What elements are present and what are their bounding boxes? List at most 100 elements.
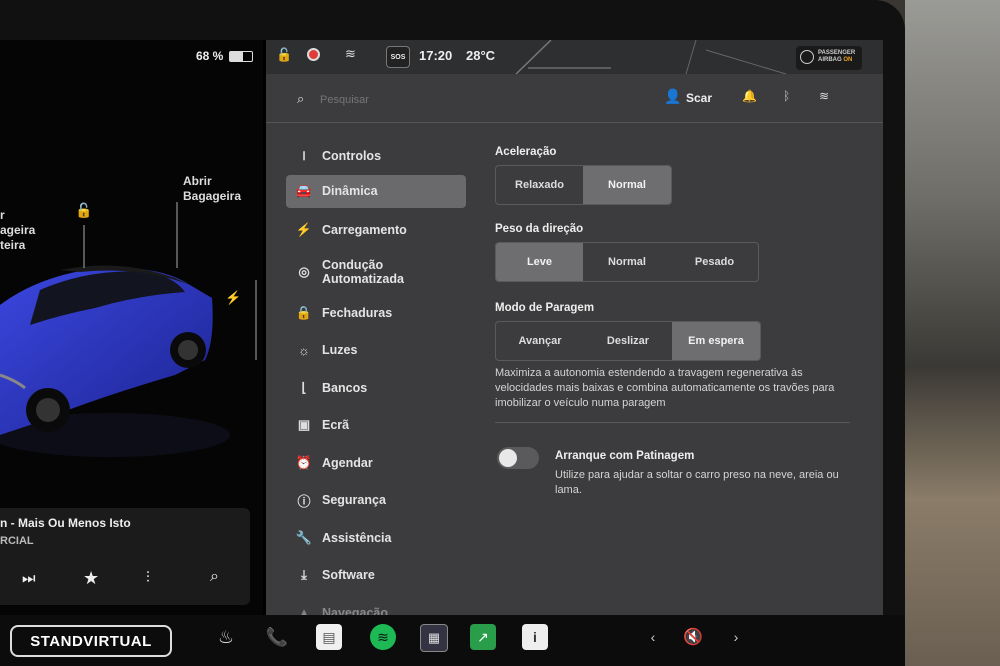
open-trunk-label-1: Abrir [183,174,212,188]
energy-graph-icon[interactable]: ↗ [470,624,496,650]
media-title: n - Mais Ou Menos Isto [0,516,131,530]
download-icon: ⤓ [301,567,307,583]
search-input[interactable] [318,90,502,110]
sidebar-item-label: Controlos [322,148,382,163]
open-frunk-button[interactable]: r ageira teira [0,208,35,253]
steering-option-leve[interactable]: Leve [496,243,583,281]
sidebar-item-fechaduras[interactable]: 🔒 Fechaduras [286,294,466,332]
wifi-icon[interactable]: ≋ [819,89,829,103]
car-visualization-panel: 🔓 ⚡ Abrir Bagageira r ageira teira n - M… [0,40,263,615]
bluetooth-icon[interactable]: ᛒ [783,89,790,103]
charge-port-icon[interactable]: ⚡ [225,290,241,306]
frunk-label-1: r [0,208,5,222]
sidebar-item-luzes[interactable]: ☼ Luzes [286,332,466,370]
search-icon: ⌕ [297,91,305,106]
manual-info-icon[interactable]: i [522,624,548,650]
sidebar-item-label: Navegação [322,605,389,615]
steering-weight-selector: Leve Normal Pesado [495,242,759,282]
volume-right-chevron-icon[interactable]: › [723,624,749,650]
toggle-icon: ⏽ [298,147,310,163]
battery-percentage: 68 % [196,49,224,63]
sidebar-item-label: Luzes [322,343,358,358]
acceleration-label: Aceleração [495,146,557,158]
sidebar-item-carregamento[interactable]: ⚡ Carregamento [286,212,466,250]
user-icon[interactable]: 👤 [664,88,681,105]
stopping-option-em-espera[interactable]: Em espera [672,322,760,360]
bolt-icon: ⚡ [295,222,313,238]
steering-option-normal[interactable]: Normal [583,243,671,281]
acceleration-selector: Relaxado Normal [495,165,672,205]
settings-menu: ⏽ Controlos 🚘 Dinâmica ⚡ Carregamento ◎ Conduçã… [286,137,466,615]
frunk-label-2: ageira [0,223,36,237]
sidebar-item-ecrã[interactable]: ▣ Ecrã [286,407,466,445]
sidebar-item-assistência[interactable]: 🔧 Assistência [286,519,466,557]
sidebar-item-label: Carregamento [322,223,407,238]
spotify-icon[interactable]: ≋ [370,624,396,650]
next-track-icon[interactable]: ⏭ [22,570,36,587]
sidebar-item-bancos[interactable]: ⌊ Bancos [286,369,466,407]
sidebar-item-label: Condução Automatizada [322,257,404,286]
wrench-icon: 🔧 [295,529,313,545]
notepad-icon[interactable]: ▤ [316,624,342,650]
screen-icon: ▣ [297,417,311,433]
car-image [0,202,257,457]
sidebar-item-controlos[interactable]: ⏽ Controlos [286,137,466,175]
sidebar-item-label: Assistência [322,530,392,545]
steering-weight-label: Peso da direção [495,223,584,235]
sidebar-item-navegação[interactable]: ▲ Navegação [286,594,466,615]
favorite-star-icon[interactable]: ★ [83,568,99,589]
open-trunk-button[interactable]: Abrir Bagageira [183,174,241,204]
volume-left-chevron-icon[interactable]: ‹ [640,624,666,650]
phone-icon[interactable]: 📞 [264,624,290,650]
sidebar-item-label: Dinâmica [322,184,378,198]
sidebar-item-segurança[interactable]: ⓘ Segurança [286,482,466,520]
sidebar-item-software[interactable]: ⤓ Software [286,557,466,595]
car-interior-background [905,0,1000,666]
acceleration-option-normal[interactable]: Normal [583,166,671,204]
stopping-option-avancar[interactable]: Avançar [496,322,584,360]
sidebar-item-dinâmica[interactable]: 🚘 Dinâmica [286,174,466,208]
car-icon: 🚘 [295,183,313,198]
lock-icon: 🔒 [295,304,313,320]
seat-icon: ⌊ [301,379,307,395]
volume-mute-icon[interactable]: 🔇 [680,624,706,650]
open-trunk-label-2: Bagageira [183,189,242,203]
sidebar-item-agendar[interactable]: ⏰ Agendar [286,444,466,482]
sidebar-item-label: Bancos [322,380,368,395]
defrost-icon[interactable]: ♨ [213,624,239,650]
sidebar-item-label: Software [322,568,375,583]
frunk-label-3: teira [0,238,26,252]
wifi-status-icon: ≋ [345,46,356,61]
sidebar-item-condução-automatizada[interactable]: ◎ Condução Automatizada [286,249,466,294]
battery-icon [229,51,253,62]
airbag-label-2: AIRBAG [818,57,842,63]
steering-option-pesado[interactable]: Pesado [671,243,758,281]
apps-launcher-icon[interactable]: ▦ [420,624,448,652]
media-subtitle: RCIAL [0,535,34,547]
touchscreen: 🔓 ⚡ Abrir Bagageira r ageira teira n - M… [0,40,883,615]
navigation-icon: ▲ [297,605,311,615]
sidebar-item-label: Segurança [322,493,386,508]
airbag-label-1: PASSENGER [818,50,856,56]
profile-name[interactable]: Scar [686,91,712,105]
toggle-knob [499,449,517,467]
equalizer-icon[interactable]: ⫶ [146,569,150,586]
outside-temperature: 28°C [466,48,496,63]
stopping-option-deslizar[interactable]: Deslizar [584,322,672,360]
media-player: n - Mais Ou Menos Isto RCIAL ⏭ ★ ⫶ ⌕ [0,508,250,605]
airbag-state: ON [843,57,853,63]
frunk-lock-icon[interactable]: 🔓 [75,202,92,219]
sos-button[interactable]: SOS [386,46,410,68]
lock-status-icon[interactable]: 🔓 [276,47,292,63]
sidebar-item-label: Agendar [322,455,373,470]
steering-wheel-icon: ◎ [298,263,310,279]
slip-start-description: Utilize para ajudar a soltar o carro pre… [555,469,839,496]
notification-bell-icon[interactable]: 🔔 [742,89,757,103]
record-icon[interactable] [307,48,320,61]
clock-time: 17:20 [419,48,453,63]
acceleration-option-relaxado[interactable]: Relaxado [496,166,583,204]
search-media-icon[interactable]: ⌕ [210,568,219,586]
status-bar: 68 % 🔓 ≋ SOS 17:20 28°C PASSENGER AIRBAG… [0,40,883,72]
slip-start-toggle[interactable] [497,447,539,469]
stopping-mode-description: Maximiza a autonomia estendendo a travag… [495,367,835,409]
